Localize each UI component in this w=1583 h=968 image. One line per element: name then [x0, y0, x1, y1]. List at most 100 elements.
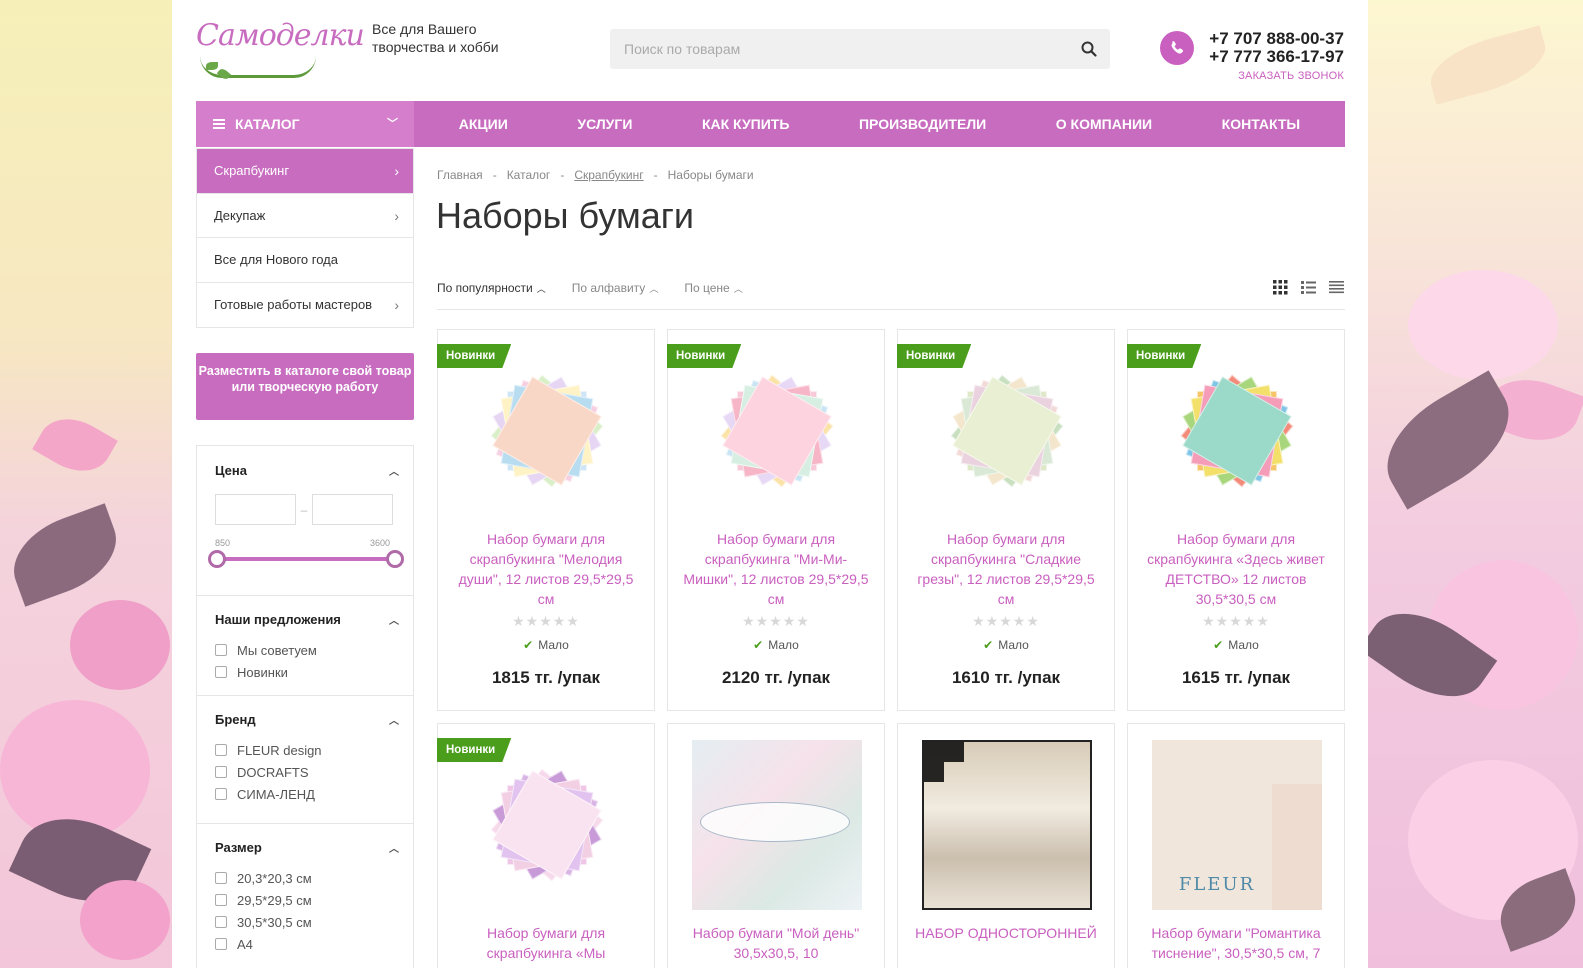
- filter-checkbox[interactable]: СИМА-ЛЕНД: [215, 783, 395, 805]
- logo-text: Самоделки: [196, 18, 365, 53]
- sidebar-item-decoupage[interactable]: Декупаж ›: [197, 194, 413, 238]
- search-icon[interactable]: [1080, 40, 1098, 58]
- price-min-input[interactable]: [215, 494, 296, 525]
- sidebar-menu: Скрапбукинг › Декупаж › Все для Нового г…: [196, 148, 414, 328]
- price-range-max-handle[interactable]: [386, 550, 404, 568]
- nav-item-services[interactable]: УСЛУГИ: [577, 116, 632, 132]
- place-in-catalog-button[interactable]: Разместить в каталоге свой товар или тво…: [196, 353, 414, 420]
- price-max-input[interactable]: [312, 494, 393, 525]
- breadcrumb-sep: -: [653, 168, 658, 182]
- product-card[interactable]: НАБОР ОДНОСТОРОННЕЙ: [897, 723, 1115, 968]
- check-icon: ✔: [1213, 638, 1224, 652]
- chevron-up-icon: ︿: [389, 467, 399, 478]
- catalog-menu-button[interactable]: КАТАЛОГ ﹀: [196, 101, 414, 147]
- rating-stars: ★★★★★: [512, 613, 580, 629]
- product-title[interactable]: Набор бумаги для скрапбукинга "Мелодия д…: [450, 529, 642, 609]
- checkbox[interactable]: [215, 788, 227, 800]
- checkbox[interactable]: [215, 644, 227, 656]
- product-card[interactable]: Новинки Набор бумаги для скрапбукинга "С…: [897, 329, 1115, 711]
- sort-alphabet[interactable]: По алфавиту ︿: [572, 281, 659, 295]
- filter-checkbox[interactable]: 29,5*29,5 см: [215, 889, 395, 911]
- checkbox[interactable]: [215, 872, 227, 884]
- filter-title[interactable]: Бренд ︿: [215, 696, 399, 727]
- product-title[interactable]: Набор бумаги для скрапбукинга «Мы: [450, 923, 642, 963]
- callback-link[interactable]: ЗАКАЗАТЬ ЗВОНОК: [1238, 70, 1344, 82]
- table-view-icon[interactable]: [1329, 280, 1344, 295]
- product-image[interactable]: [692, 346, 862, 516]
- sort-options: По популярности ︿ По алфавиту ︿ По цене ︿: [437, 281, 743, 295]
- sidebar-item-new-year[interactable]: Все для Нового года: [197, 238, 413, 283]
- product-image[interactable]: [1152, 346, 1322, 516]
- checkbox-label: СИМА-ЛЕНД: [237, 786, 315, 802]
- nav-item-promotions[interactable]: АКЦИИ: [459, 116, 508, 132]
- filter-checkbox[interactable]: 20,3*20,3 см: [215, 867, 395, 889]
- filter-title[interactable]: Наши предложения ︿: [215, 596, 399, 627]
- breadcrumb-link[interactable]: Главная: [437, 168, 483, 182]
- product-image[interactable]: [462, 346, 632, 516]
- nav-item-manufacturers[interactable]: ПРОИЗВОДИТЕЛИ: [859, 116, 986, 132]
- tagline: Все для Вашего творчества и хобби: [372, 21, 499, 55]
- sidebar-item-masters-works[interactable]: Готовые работы мастеров ›: [197, 283, 413, 328]
- nav-item-about[interactable]: О КОМПАНИИ: [1056, 116, 1152, 132]
- list-view-icon[interactable]: [1301, 280, 1316, 295]
- product-image[interactable]: [462, 740, 632, 910]
- price-range-min-handle[interactable]: [208, 550, 226, 568]
- grid-view-icon[interactable]: [1273, 280, 1288, 295]
- filter-checkbox[interactable]: FLEUR design: [215, 739, 395, 761]
- breadcrumb-sep: -: [492, 168, 497, 182]
- checkbox[interactable]: [215, 744, 227, 756]
- phone-number[interactable]: +7 777 366-17-97: [1209, 48, 1344, 66]
- rating-stars: ★★★★★: [742, 613, 810, 629]
- product-image[interactable]: [692, 740, 862, 910]
- stock-label: Мало: [1228, 638, 1259, 652]
- filter-title[interactable]: Цена ︿: [215, 446, 399, 478]
- search-input[interactable]: [610, 29, 1050, 69]
- product-title[interactable]: Набор бумаги для скрапбукинга "Ми-Ми-Миш…: [680, 529, 872, 609]
- filter-checkbox[interactable]: Новинки: [215, 661, 395, 683]
- checkbox[interactable]: [215, 666, 227, 678]
- phone-number[interactable]: +7 707 888-00-37: [1209, 30, 1344, 48]
- product-price: 2120 тг. /упак: [721, 668, 831, 687]
- site-logo[interactable]: Самоделки: [196, 12, 365, 81]
- checkbox-label: Мы советуем: [237, 642, 317, 658]
- product-title[interactable]: Набор бумаги "Мой день" 30,5х30,5, 10: [680, 923, 872, 963]
- product-card[interactable]: FLEUR Набор бумаги "Романтика тиснение",…: [1127, 723, 1345, 968]
- check-icon: ✔: [983, 638, 994, 652]
- filter-checkbox[interactable]: Мы советуем: [215, 639, 395, 661]
- product-card[interactable]: Набор бумаги "Мой день" 30,5х30,5, 10: [667, 723, 885, 968]
- checkbox[interactable]: [215, 894, 227, 906]
- nav-item-contacts[interactable]: КОНТАКТЫ: [1222, 116, 1300, 132]
- nav-item-how-to-buy[interactable]: КАК КУПИТЬ: [702, 116, 789, 132]
- checkbox[interactable]: [215, 916, 227, 928]
- checkbox[interactable]: [215, 766, 227, 778]
- product-title[interactable]: Набор бумаги "Романтика тиснение", 30,5*…: [1140, 923, 1332, 963]
- filter-title[interactable]: Размер ︿: [215, 824, 399, 855]
- stock-status: ✔ Мало: [898, 638, 1114, 652]
- product-title[interactable]: Набор бумаги для скрапбукинга «Здесь жив…: [1140, 529, 1332, 609]
- price-min-label: 850: [215, 538, 231, 548]
- product-card[interactable]: Новинки Набор бумаги для скрапбукинга "М…: [437, 329, 655, 711]
- product-title[interactable]: Набор бумаги для скрапбукинга "Сладкие г…: [910, 529, 1102, 609]
- product-card[interactable]: Новинки Набор бумаги для скрапбукинга "М…: [667, 329, 885, 711]
- new-badge: Новинки: [1127, 344, 1202, 368]
- breadcrumb-link[interactable]: Скрапбукинг: [574, 168, 643, 182]
- price-range-track[interactable]: [219, 557, 395, 561]
- product-card[interactable]: Новинки Набор бумаги для скрапбукинга «М…: [437, 723, 655, 968]
- filter-checkbox[interactable]: DOCRAFTS: [215, 761, 395, 783]
- product-price: 1815 тг. /упак: [491, 668, 601, 687]
- product-title[interactable]: НАБОР ОДНОСТОРОННЕЙ: [910, 923, 1102, 943]
- sidebar-item-scrapbooking[interactable]: Скрапбукинг ›: [197, 149, 413, 194]
- product-card[interactable]: Новинки Набор бумаги для скрапбукинга «З…: [1127, 329, 1345, 711]
- phone-icon: [1160, 31, 1194, 65]
- sort-price[interactable]: По цене ︿: [684, 281, 742, 295]
- product-image[interactable]: FLEUR: [1152, 740, 1322, 910]
- filter-checkbox[interactable]: 30,5*30,5 см: [215, 911, 395, 933]
- filter-checkbox[interactable]: А4: [215, 933, 395, 955]
- product-image[interactable]: [922, 346, 1092, 516]
- product-image[interactable]: [922, 740, 1092, 910]
- filter-price: Цена ︿ – 850 3600: [197, 446, 413, 596]
- sort-popularity[interactable]: По популярности ︿: [437, 281, 546, 295]
- checkbox[interactable]: [215, 938, 227, 950]
- breadcrumb-link[interactable]: Каталог: [507, 168, 551, 182]
- price-inputs: –: [215, 494, 393, 525]
